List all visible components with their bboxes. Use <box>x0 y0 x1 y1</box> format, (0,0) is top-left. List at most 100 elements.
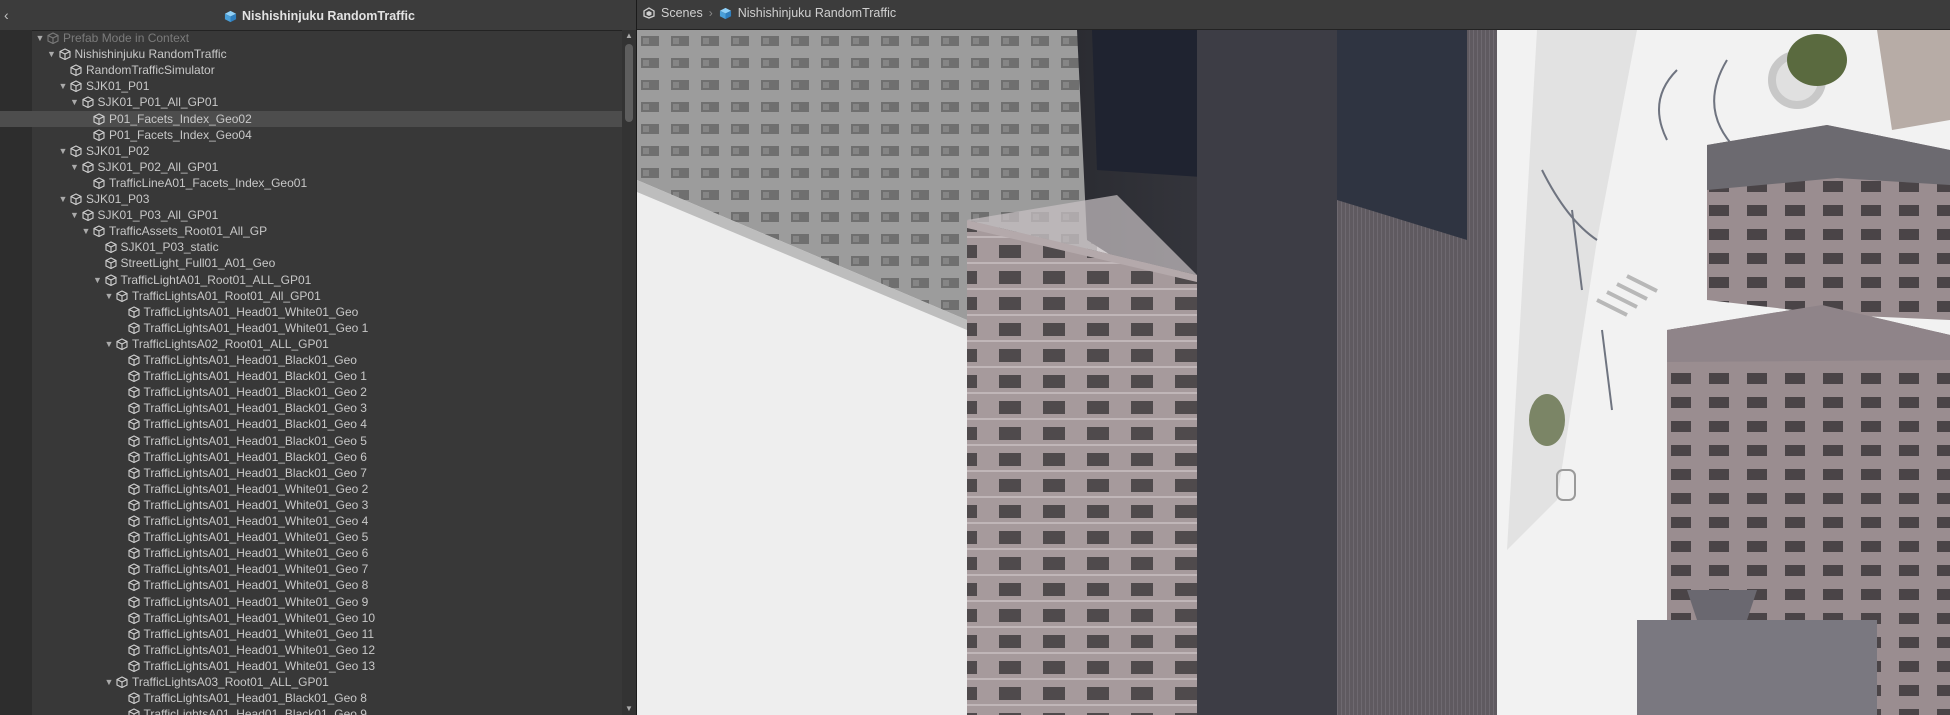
hierarchy-row[interactable]: ▼ SJK01_P03 <box>0 191 622 207</box>
hierarchy-row[interactable]: ▼ TrafficLightsA02_Root01_ALL_GP01 <box>0 336 622 352</box>
scroll-up-arrow-icon[interactable]: ▲ <box>625 32 633 40</box>
hierarchy-row[interactable]: ▼ SJK01_P01_All_GP01 <box>0 94 622 110</box>
hierarchy-row[interactable]: TrafficLightsA01_Head01_Black01_Geo 1 <box>0 368 622 384</box>
fold-toggle-icon[interactable]: ▼ <box>34 30 46 46</box>
hierarchy-row-label: TrafficLightsA01_Head01_Black01_Geo 4 <box>143 417 367 432</box>
hierarchy-row[interactable]: ▼ TrafficAssets_Root01_All_GP <box>0 223 622 239</box>
hierarchy-row[interactable]: TrafficLightsA01_Head01_White01_Geo 10 <box>0 610 622 626</box>
hierarchy-row[interactable]: ▼ TrafficLightsA01_Root01_All_GP01 <box>0 288 622 304</box>
hierarchy-row-label: TrafficLightsA01_Head01_White01_Geo 12 <box>143 642 376 657</box>
hierarchy-row[interactable]: ▼ TrafficLightA01_Root01_ALL_GP01 <box>0 272 622 288</box>
gameobject-cube-icon <box>127 386 140 399</box>
hierarchy-row[interactable]: RandomTrafficSimulator <box>0 62 622 78</box>
hierarchy-row[interactable]: TrafficLightsA01_Head01_Black01_Geo 6 <box>0 449 622 465</box>
hierarchy-row-label: TrafficLightsA01_Head01_Black01_Geo 7 <box>143 465 367 480</box>
hierarchy-row-label: TrafficLightsA01_Head01_Black01_Geo 2 <box>143 385 367 400</box>
hierarchy-row-label: TrafficLightsA01_Head01_White01_Geo 7 <box>143 562 369 577</box>
hierarchy-row[interactable]: ▼ TrafficLightsA03_Root01_ALL_GP01 <box>0 674 622 690</box>
fold-toggle-icon[interactable]: ▼ <box>46 46 58 62</box>
fold-toggle-icon[interactable]: ▼ <box>103 288 115 304</box>
hierarchy-row[interactable]: TrafficLightsA01_Head01_White01_Geo 2 <box>0 481 622 497</box>
back-arrow-icon[interactable]: ‹ <box>4 6 18 24</box>
hierarchy-row[interactable]: TrafficLightsA01_Head01_White01_Geo 7 <box>0 561 622 577</box>
breadcrumb-scenes[interactable]: Scenes <box>661 6 703 20</box>
gameobject-cube-icon <box>127 402 140 415</box>
hierarchy-row[interactable]: ▼ SJK01_P03_All_GP01 <box>0 207 622 223</box>
fold-toggle-icon[interactable]: ▼ <box>92 272 104 288</box>
hierarchy-row-label: TrafficLightsA01_Root01_All_GP01 <box>132 288 321 303</box>
prefab-cube-icon <box>224 10 237 22</box>
hierarchy-row-label: RandomTrafficSimulator <box>86 63 215 78</box>
breadcrumb-current-prefab[interactable]: Nishishinjuku RandomTraffic <box>738 6 896 20</box>
hierarchy-row[interactable]: TrafficLightsA01_Head01_Black01_Geo 9 <box>0 706 622 715</box>
hierarchy-row[interactable]: TrafficLightsA01_Head01_White01_Geo 11 <box>0 626 622 642</box>
gameobject-cube-icon <box>81 209 94 222</box>
fold-toggle-icon[interactable]: ▼ <box>57 143 69 159</box>
fold-toggle-icon[interactable]: ▼ <box>69 159 81 175</box>
fold-toggle-icon[interactable]: ▼ <box>103 336 115 352</box>
hierarchy-tree[interactable]: ▼ Prefab Mode in Context ▼ Nishishinjuku Ra… <box>0 30 622 715</box>
hierarchy-row[interactable]: ▼ Nishishinjuku RandomTraffic <box>0 46 622 62</box>
hierarchy-row[interactable]: TrafficLightsA01_Head01_White01_Geo 3 <box>0 497 622 513</box>
hierarchy-row-label: TrafficLightsA01_Head01_White01_Geo 1 <box>143 320 369 335</box>
hierarchy-scrollbar[interactable]: ▲ ▼ <box>622 30 636 715</box>
gameobject-cube-icon <box>104 241 117 254</box>
hierarchy-row[interactable]: TrafficLightsA01_Head01_White01_Geo 12 <box>0 642 622 658</box>
hierarchy-row-label: TrafficLightsA01_Head01_White01_Geo 9 <box>143 594 369 609</box>
hierarchy-row[interactable]: TrafficLightsA01_Head01_Black01_Geo 3 <box>0 400 622 416</box>
hierarchy-row-label: SJK01_P03_static <box>120 240 219 255</box>
hierarchy-row[interactable]: SJK01_P03_static <box>0 239 622 255</box>
hierarchy-row[interactable]: TrafficLightsA01_Head01_Black01_Geo 4 <box>0 416 622 432</box>
hierarchy-row[interactable]: TrafficLightsA01_Head01_White01_Geo 9 <box>0 594 622 610</box>
gameobject-cube-icon <box>104 257 117 270</box>
hierarchy-row[interactable]: StreetLight_Full01_A01_Geo <box>0 255 622 271</box>
hierarchy-row-label: TrafficLineA01_Facets_Index_Geo01 <box>109 175 308 190</box>
breadcrumb: Scenes › Nishishinjuku RandomTraffic <box>643 6 896 20</box>
hierarchy-row[interactable]: TrafficLineA01_Facets_Index_Geo01 <box>0 175 622 191</box>
hierarchy-row-label: TrafficLightsA01_Head01_Black01_Geo 8 <box>143 691 367 706</box>
gameobject-cube-icon <box>81 161 94 173</box>
fold-toggle-icon[interactable]: ▼ <box>57 78 69 94</box>
hierarchy-row-label: TrafficLightsA01_Head01_White01_Geo 11 <box>143 626 375 641</box>
hierarchy-row[interactable]: ▼ SJK01_P01 <box>0 78 622 94</box>
hierarchy-row[interactable]: ▼ SJK01_P02_All_GP01 <box>0 159 622 175</box>
hierarchy-row[interactable]: TrafficLightsA01_Head01_Black01_Geo <box>0 352 622 368</box>
hierarchy-row[interactable]: P01_Facets_Index_Geo02 <box>0 110 622 127</box>
scrollbar-thumb[interactable] <box>625 44 633 122</box>
hierarchy-row-label: TrafficAssets_Root01_All_GP <box>109 224 268 239</box>
hierarchy-row[interactable]: TrafficLightsA01_Head01_Black01_Geo 5 <box>0 433 622 449</box>
fold-toggle-icon[interactable]: ▼ <box>103 674 115 690</box>
hierarchy-row-label: TrafficLightsA01_Head01_White01_Geo 13 <box>143 658 376 673</box>
fold-toggle-icon[interactable]: ▼ <box>80 223 92 239</box>
hierarchy-row[interactable]: TrafficLightsA01_Head01_White01_Geo 13 <box>0 658 622 674</box>
hierarchy-row-label: SJK01_P01 <box>86 79 150 94</box>
scroll-down-arrow-icon[interactable]: ▼ <box>625 705 633 713</box>
fold-toggle-icon[interactable]: ▼ <box>69 94 81 110</box>
hierarchy-row[interactable]: TrafficLightsA01_Head01_Black01_Geo 7 <box>0 465 622 481</box>
hierarchy-row-label: SJK01_P03_All_GP01 <box>97 208 219 223</box>
hierarchy-row[interactable]: TrafficLightsA01_Head01_Black01_Geo 2 <box>0 384 622 400</box>
hierarchy-row[interactable]: TrafficLightsA01_Head01_White01_Geo 6 <box>0 545 622 561</box>
prefab-cube-icon <box>719 7 731 19</box>
gameobject-cube-icon <box>127 322 140 334</box>
scene-viewport[interactable] <box>637 30 1950 715</box>
chevron-right-icon: › <box>708 6 713 20</box>
hierarchy-row[interactable]: TrafficLightsA01_Head01_White01_Geo 1 <box>0 320 622 336</box>
hierarchy-row[interactable]: TrafficLightsA01_Head01_White01_Geo 8 <box>0 577 622 593</box>
fold-toggle-icon[interactable]: ▼ <box>69 207 81 223</box>
hierarchy-row[interactable]: TrafficLightsA01_Head01_White01_Geo 5 <box>0 529 622 545</box>
gameobject-cube-icon <box>93 177 105 190</box>
hierarchy-row[interactable]: ▼ Prefab Mode in Context <box>0 30 622 46</box>
hierarchy-row[interactable]: TrafficLightsA01_Head01_White01_Geo 4 <box>0 513 622 529</box>
gameobject-cube-icon <box>127 531 140 544</box>
hierarchy-row-label: TrafficLightsA01_Head01_White01_Geo 3 <box>143 497 369 512</box>
hierarchy-row-label: TrafficLightsA01_Head01_Black01_Geo 3 <box>143 401 367 416</box>
hierarchy-row[interactable]: TrafficLightsA01_Head01_White01_Geo <box>0 304 622 320</box>
hierarchy-row[interactable]: ▼ SJK01_P02 <box>0 143 622 159</box>
fold-toggle-icon[interactable]: ▼ <box>57 191 69 207</box>
gameobject-cube-icon <box>116 289 128 302</box>
hierarchy-row[interactable]: TrafficLightsA01_Head01_Black01_Geo 8 <box>0 690 622 706</box>
hierarchy-row[interactable]: P01_Facets_Index_Geo04 <box>0 127 622 143</box>
gameobject-cube-icon <box>81 96 94 109</box>
gameobject-cube-icon <box>127 628 140 640</box>
